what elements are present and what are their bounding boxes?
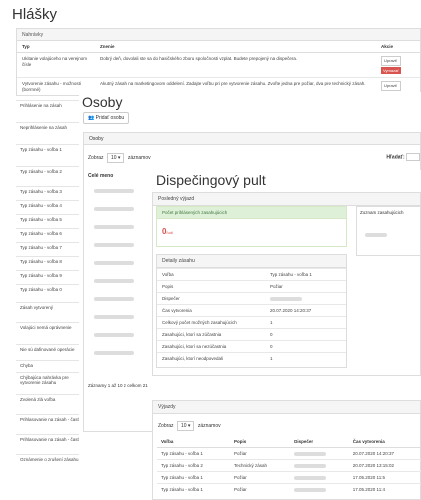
redacted-name (94, 297, 134, 301)
table-row[interactable]: Typ zásahu - voľba 1 Požiar 20.07.2020 14… (157, 447, 421, 460)
table-row: Ukitanie volajúceho na verejnom čísle Do… (17, 52, 420, 78)
row-type: Ukitanie volajúceho na verejnom čísle (17, 52, 95, 78)
redacted-name (94, 225, 134, 229)
col-choice[interactable]: Voľba (157, 436, 231, 448)
page-length: Zobraz 10 ▾ záznamov (88, 153, 151, 163)
osoby-title: Osoby (82, 94, 123, 110)
redacted-dispatcher (270, 296, 302, 301)
search-box: Hľadať: (386, 153, 420, 161)
redacted-dispatcher (294, 463, 327, 468)
redacted-dispatcher (294, 451, 327, 456)
add-person-button[interactable]: 👥 Pridať osobu (83, 112, 130, 124)
col-fullname: Celé meno (88, 173, 114, 179)
page-size-select[interactable]: 10 ▾ (106, 153, 125, 163)
redacted-name (94, 315, 134, 319)
redacted-name (94, 333, 134, 337)
redacted-name (94, 189, 134, 193)
col-desc[interactable]: Popis (230, 436, 291, 448)
redacted-name (94, 351, 134, 355)
col-text: Znenie (95, 41, 376, 53)
redacted-name (365, 233, 387, 237)
departures-table: Voľba Popis Dispečer Čas vytvorenia Typ … (157, 436, 421, 495)
redacted-name (94, 261, 134, 265)
redacted-name (94, 279, 134, 283)
user-plus-icon: 👥 (88, 115, 95, 121)
redacted-name (94, 243, 134, 247)
departures-title: Výjazdy (153, 401, 420, 414)
recordings-table: Typ Znenie Akcie Ukitanie volajúceho na … (17, 41, 420, 95)
logged-count-box: 0ľudí (156, 219, 347, 247)
logged-count: 0ľudí (162, 227, 174, 236)
dispatch-title: Dispečingový pult (156, 172, 266, 188)
page-length: Zobraz 10 ▾ záznamov (158, 421, 221, 431)
col-type: Typ (17, 41, 95, 53)
edit-button[interactable]: Upraviť (381, 81, 401, 91)
details-panel: Detaily zásahu Voľba Typ zásahu - voľba 1… (156, 254, 347, 368)
recordings-panel-title: Nahrávky (17, 29, 420, 41)
table-row[interactable]: Typ zásahu - voľba 1 Požiar 17.05.2020 11… (157, 471, 421, 484)
logged-count-title: Počet prihlásených zasahujúcich (156, 206, 347, 219)
delete-button[interactable]: Vymazať (381, 66, 401, 74)
table-row[interactable]: Typ zásahu - voľba 2 Technický zásah 20.0… (157, 459, 421, 472)
hlasky-title: Hlášky (12, 6, 58, 23)
details-title: Detaily zásahu (157, 255, 346, 268)
search-input[interactable] (406, 153, 420, 161)
redacted-dispatcher (294, 487, 327, 492)
recordings-panel: Nahrávky Typ Znenie Akcie Ukitanie volaj… (16, 28, 421, 96)
row-text: Dobrý deň, dovolali ste sa do hasičského… (95, 52, 376, 78)
table-row[interactable]: Typ zásahu - voľba 1 Požiar 17.05.2020 11… (157, 483, 421, 495)
col-actions: Akcie (376, 41, 420, 53)
edit-button[interactable]: Upraviť (381, 56, 401, 66)
redacted-name (94, 207, 134, 211)
col-time[interactable]: Čas vytvorenia (348, 436, 421, 448)
col-dispatcher[interactable]: Dispečer (290, 436, 349, 448)
redacted-dispatcher (294, 475, 327, 480)
dispatch-page: Dispečingový pult Posledný výjazd Počet … (152, 170, 421, 500)
table-info: Záznamy 1 až 10 z celkom 21 (88, 383, 148, 388)
persons-panel-title: Osoby (84, 133, 420, 145)
page-size-select[interactable]: 10 ▾ (176, 421, 195, 431)
details-table: Voľba Typ zásahu - voľba 1 Popis Požiar Di… (157, 268, 346, 365)
responders-list: Zoznam zasahujúcich (356, 206, 421, 256)
last-departure-title: Posledný výjazd (153, 193, 420, 206)
